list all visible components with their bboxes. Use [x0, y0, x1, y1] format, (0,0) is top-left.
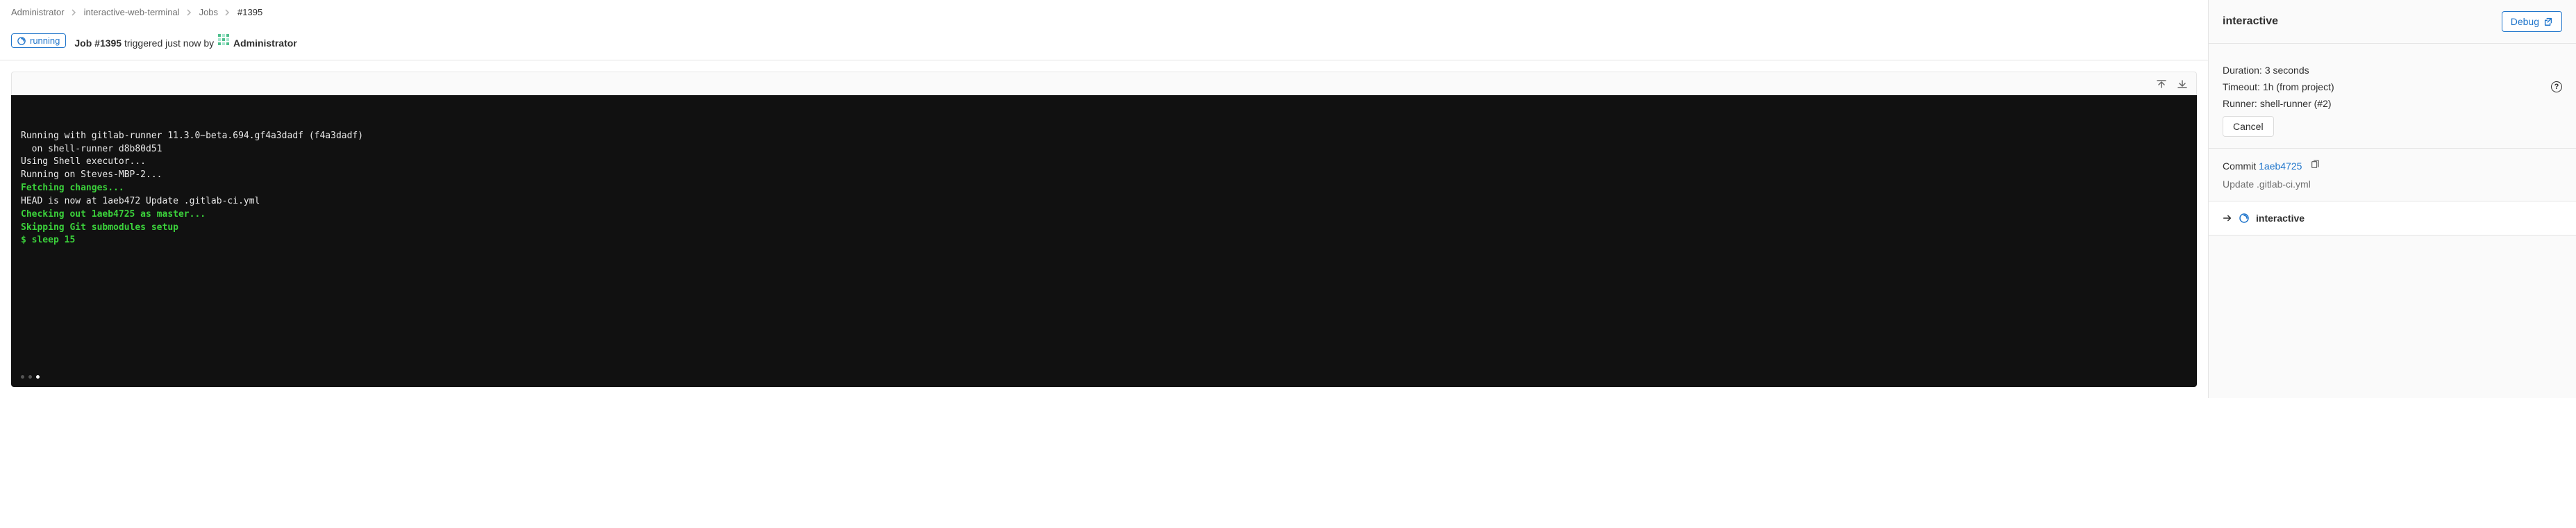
sidebar: interactive Debug Duration: 3 seconds Ti… [2208, 0, 2576, 398]
trace-line: Skipping Git submodules setup [21, 222, 2187, 235]
status-badge-running[interactable]: running [11, 33, 66, 48]
debug-button-label: Debug [2511, 16, 2539, 27]
loading-dots [21, 375, 40, 379]
trace-line: $ sleep 15 [21, 234, 2187, 247]
duration-label: Duration: [2223, 65, 2262, 76]
trace-line: on shell-runner d8b80d51 [21, 143, 2187, 156]
breadcrumb-current: #1395 [237, 7, 262, 17]
job-header: running Job #1395 triggered just now by [0, 24, 2208, 60]
cancel-button[interactable]: Cancel [2223, 116, 2274, 137]
copy-icon[interactable] [2310, 160, 2320, 170]
trace-line: HEAD is now at 1aeb472 Update .gitlab-ci… [21, 195, 2187, 208]
runner-label: Runner: [2223, 98, 2257, 109]
build-trace[interactable]: Running with gitlab-runner 11.3.0~beta.6… [11, 95, 2197, 387]
trace-line: Using Shell executor... [21, 156, 2187, 169]
breadcrumb-link[interactable]: Jobs [199, 7, 218, 17]
timeout-label: Timeout: [2223, 81, 2260, 92]
job-title: Job #1395 triggered just now by Ad [74, 33, 296, 49]
trace-line: Fetching changes... [21, 182, 2187, 195]
debug-button[interactable]: Debug [2502, 11, 2562, 32]
commit-row: Commit 1aeb4725 [2223, 160, 2562, 172]
trace-line: Running with gitlab-runner 11.3.0~beta.6… [21, 130, 2187, 143]
timeout-row: Timeout: 1h (from project) ? [2223, 81, 2562, 92]
avatar[interactable] [217, 33, 231, 47]
timeout-value: 1h (from project) [2263, 81, 2334, 92]
chevron-right-icon [187, 9, 192, 16]
runner-value: shell-runner (#2) [2260, 98, 2332, 109]
breadcrumbs: Administrator interactive-web-terminal J… [0, 0, 2208, 24]
stage-name: interactive [2256, 213, 2305, 224]
trace-line: Checking out 1aeb4725 as master... [21, 208, 2187, 222]
external-link-icon [2543, 17, 2553, 26]
commit-message: Update .gitlab-ci.yml [2223, 179, 2562, 190]
running-icon [17, 37, 26, 45]
duration-value: 3 seconds [2265, 65, 2309, 76]
chevron-right-icon [72, 9, 77, 16]
help-icon[interactable]: ? [2551, 81, 2562, 92]
runner-row: Runner: shell-runner (#2) [2223, 98, 2562, 109]
trace-toolbar [11, 72, 2197, 95]
commit-sha-link[interactable]: 1aeb4725 [2259, 160, 2302, 172]
duration-row: Duration: 3 seconds [2223, 65, 2562, 76]
scroll-top-button[interactable] [2156, 79, 2167, 90]
triggered-by-user[interactable]: Administrator [233, 38, 297, 49]
job-id: Job #1395 [74, 38, 122, 49]
sidebar-job-name: interactive [2223, 15, 2278, 28]
arrow-right-icon [2223, 213, 2232, 223]
scroll-bottom-button[interactable] [2177, 79, 2188, 90]
trace-line: Running on Steves-MBP-2... [21, 169, 2187, 182]
commit-label: Commit [2223, 160, 2256, 172]
job-triggered-text: triggered just now by [122, 38, 217, 49]
status-badge-label: running [30, 35, 60, 46]
running-icon [2239, 213, 2249, 223]
chevron-right-icon [225, 9, 231, 16]
breadcrumb-link[interactable]: interactive-web-terminal [84, 7, 180, 17]
stage-row[interactable]: interactive [2209, 201, 2576, 236]
breadcrumb-link[interactable]: Administrator [11, 7, 65, 17]
